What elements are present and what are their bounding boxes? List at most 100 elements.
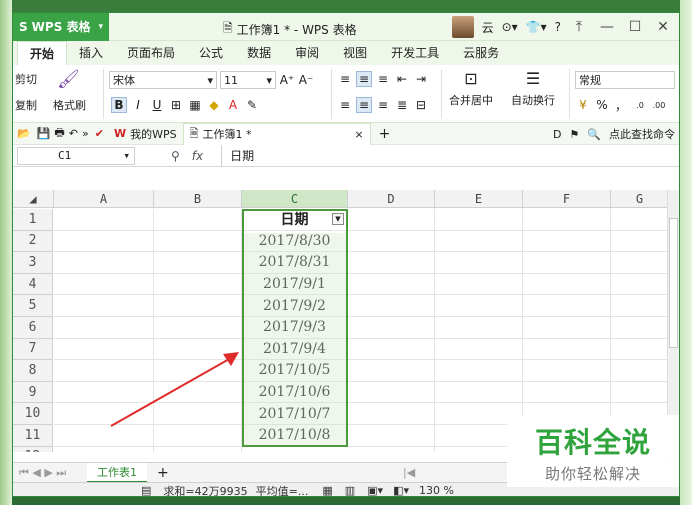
tab-formulas[interactable]: 公式 [187,41,235,65]
close-button[interactable]: ✕ [653,19,673,35]
row-header[interactable]: 10 [13,403,53,425]
indent-icon[interactable]: ⇤ [394,71,410,87]
grid-cell[interactable] [348,403,435,425]
align-left-icon[interactable]: ≡ [337,97,353,113]
grid-cell[interactable] [611,381,669,404]
column-header-f[interactable]: F [523,190,611,208]
date-cell[interactable]: 2017/8/30 [242,231,347,253]
justify-icon[interactable]: ≣ [394,97,410,113]
grid-cell[interactable] [154,403,242,425]
decrease-font-icon[interactable]: A⁻ [298,72,314,88]
column-header-a[interactable]: A [54,190,154,208]
increase-decimal-icon[interactable]: .0 [632,97,648,113]
date-cell[interactable]: 2017/9/1 [242,274,347,296]
normal-view-icon[interactable]: ▦ [322,484,332,496]
border-icon[interactable]: ⊞ [168,97,184,113]
grid-cell[interactable] [348,252,435,274]
zoom-level[interactable]: 130 % [419,484,454,496]
grid-cell[interactable] [611,317,669,339]
fill-color-icon[interactable]: ◆ [206,97,222,113]
grid-cell[interactable] [435,252,523,274]
grid-cell[interactable] [611,295,669,317]
app-menu-button[interactable]: S WPS 表格 ▾ [13,13,110,41]
format-painter-button[interactable]: 格式刷 [53,97,86,113]
merge-center-button[interactable]: ⊡ 合并居中 [449,69,493,108]
tab-review[interactable]: 审阅 [283,41,331,65]
date-cell[interactable]: 2017/10/7 [242,403,347,425]
grid-cell[interactable] [54,317,154,339]
grid-cell[interactable] [348,338,435,361]
font-color-icon[interactable]: A [225,97,241,113]
tab-home[interactable]: 开始 [17,41,68,65]
horizontal-scroll-left-icon[interactable]: |◀ [403,466,415,479]
grid-cell[interactable] [54,403,154,425]
copy-button[interactable]: 复制 [15,97,37,113]
grid-cell[interactable] [348,209,435,231]
date-header-cell[interactable]: 日期 ▼ [242,209,347,231]
minimize-button[interactable]: — [597,19,617,35]
font-name-select[interactable]: 宋体 ▾ [109,71,217,89]
grid-cell[interactable] [348,295,435,317]
grid-cell[interactable] [523,230,611,253]
grid-cell[interactable] [154,381,242,404]
zoom-search-icon[interactable]: ⚲ [171,149,180,163]
column-header-b[interactable]: B [154,190,242,208]
add-sheet-button[interactable]: + [157,465,169,481]
grid-cell[interactable] [435,381,523,404]
avatar[interactable] [451,16,474,38]
sheet-nav-icons[interactable]: ⏮ ◀ ▶ ⏭ [19,466,66,480]
grid-cell[interactable] [435,273,523,296]
fx-button[interactable]: fx [192,149,203,163]
pin-icon[interactable]: ✔ [91,127,108,140]
grid-cell[interactable] [435,230,523,253]
scroll-thumb[interactable] [669,218,678,348]
grid-cell[interactable] [242,447,347,452]
name-box[interactable]: C1 ▾ [17,146,135,165]
grid-cell[interactable] [54,209,154,231]
grid-cell[interactable] [348,381,435,404]
currency-icon[interactable]: ¥ [575,97,591,113]
grid-cell[interactable] [154,252,242,274]
date-cell[interactable]: 2017/8/31 [242,252,347,274]
grid-cell[interactable] [154,273,242,296]
clear-format-icon[interactable]: ✎ [244,97,260,113]
grid-cell[interactable] [523,381,611,404]
grid-cell[interactable] [348,446,435,452]
column-header-d[interactable]: D [348,190,435,208]
tab-view[interactable]: 视图 [331,41,379,65]
command-search[interactable]: 点此查找命令 [609,126,675,142]
formula-input[interactable]: 日期 [221,144,679,167]
row-header[interactable]: 8 [13,360,53,382]
grid-cell[interactable] [154,360,242,382]
save-icon[interactable]: 💾 [35,127,53,140]
underline-button[interactable]: U [149,97,165,113]
grid-cell[interactable] [54,381,154,404]
select-all-corner[interactable]: ◢ [13,190,54,208]
align-bottom-icon[interactable]: ≡ [375,71,391,87]
column-header-c[interactable]: C [242,190,348,208]
grid-cell[interactable] [154,209,242,231]
grid-cell[interactable] [348,425,435,447]
row-header[interactable]: 11 [13,425,53,447]
align-top-icon[interactable]: ≡ [337,71,353,87]
grid-cell[interactable] [154,317,242,339]
row-header[interactable]: 2 [13,230,53,253]
number-format-select[interactable]: 常规 [575,71,675,89]
date-cell[interactable]: 2017/9/3 [242,317,347,339]
row-header[interactable]: 4 [13,273,53,296]
grid-cell[interactable] [54,446,154,452]
merge-border-icon[interactable]: ▦ [187,97,203,113]
sheet-tab-1[interactable]: 工作表1 [87,462,147,483]
grid-cell[interactable] [523,252,611,274]
grid-cell[interactable] [611,230,669,253]
skin-icon[interactable]: ⊙▾ [502,20,518,34]
user-name[interactable]: 云 [482,19,494,36]
wrap-text-button[interactable]: ☰ 自动换行 [511,69,555,108]
percent-button[interactable]: % [594,97,610,113]
column-header-e[interactable]: E [435,190,523,208]
distribute-icon[interactable]: ⊟ [413,97,429,113]
maximize-button[interactable]: ☐ [625,19,645,35]
shirt-icon[interactable]: 👕▾ [526,20,547,34]
grid-cell[interactable] [435,295,523,317]
grid-cell[interactable] [348,230,435,253]
